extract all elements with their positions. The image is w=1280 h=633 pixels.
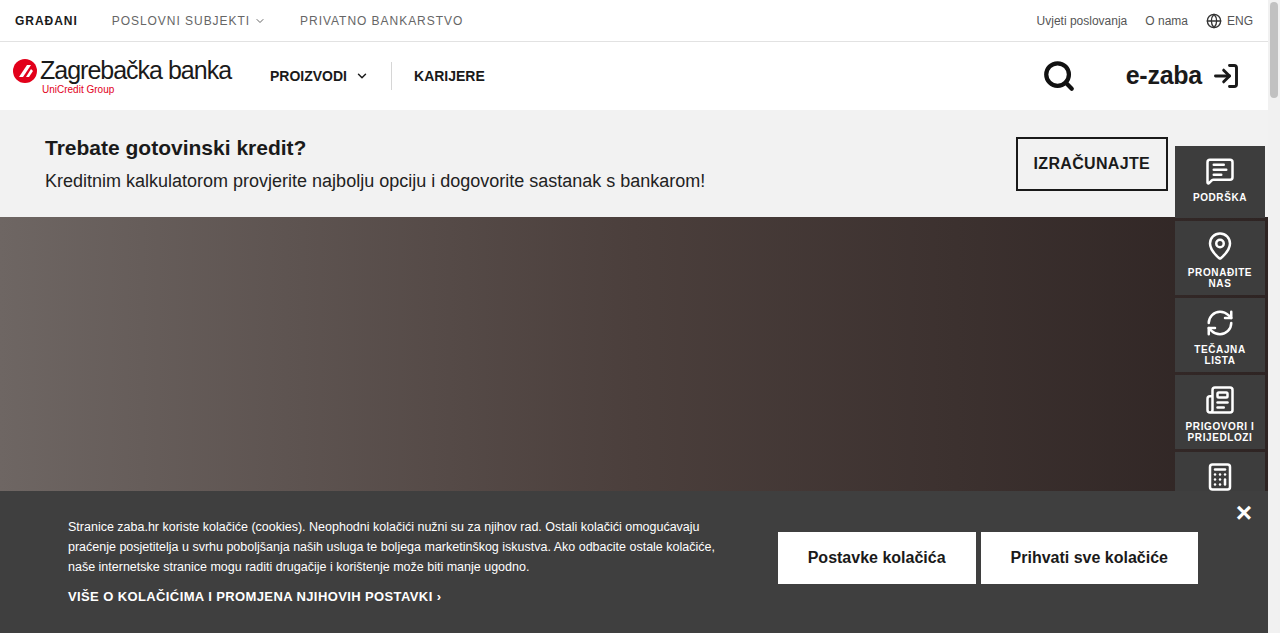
nav-divider (391, 62, 392, 90)
side-tool[interactable]: PODRŠKA (1175, 146, 1265, 218)
header-left: Zagrebačka banka UniCredit Group PROIZVODI… (12, 58, 485, 95)
nav-item[interactable]: PROIZVODI (270, 66, 369, 87)
side-tool[interactable]: TEČAJNA LISTA (1175, 298, 1265, 372)
side-tool[interactable]: PRONAĐITE NAS (1175, 221, 1265, 295)
side-tool[interactable]: PRIGOVORI I PRIJEDLOZI (1175, 375, 1265, 449)
map-pin-icon (1205, 231, 1235, 261)
chevron-down-icon (254, 15, 266, 27)
segment-tab[interactable]: GRAĐANI (15, 12, 78, 30)
top-link[interactable]: O nama (1145, 12, 1188, 30)
logo-group: UniCredit Group (42, 85, 231, 95)
segment-tab[interactable]: PRIVATNO BANKARSTVO (300, 12, 463, 30)
search-icon[interactable] (1042, 59, 1076, 93)
calculate-button[interactable]: IZRAČUNAJTE (1016, 137, 1168, 191)
header: Zagrebačka banka UniCredit Group PROIZVODI… (0, 42, 1268, 110)
unicredit-logo-icon (12, 58, 38, 84)
login-icon (1212, 62, 1240, 90)
segment-tab[interactable]: POSLOVNI SUBJEKTI (112, 12, 266, 30)
cookie-banner: Stranice zaba.hr koriste kolačiće (cooki… (0, 491, 1268, 633)
promo-subtitle: Kreditnim kalkulatorom provjerite najbol… (45, 168, 705, 195)
support-icon (1205, 156, 1235, 186)
cookie-settings-link[interactable]: VIŠE O KOLAČIĆIMA I PROMJENA NJIHOVIH PO… (68, 587, 733, 607)
scrollbar[interactable] (1268, 0, 1280, 633)
complaints-icon (1205, 385, 1235, 415)
promo-strip: Trebate gotovinski kredit? Kreditnim kalk… (0, 110, 1268, 217)
promo-title: Trebate gotovinski kredit? (45, 132, 705, 164)
cookie-button[interactable]: Postavke kolačića (778, 532, 976, 584)
top-links: Uvjeti poslovanja O nama ENG (1037, 12, 1253, 30)
side-tools: PODRŠKAPRONAĐITE NASTEČAJNA LISTAPRIGOVO… (1175, 146, 1265, 524)
cookie-text: Stranice zaba.hr koriste kolačiće (cooki… (68, 517, 733, 577)
language-switch[interactable]: ENG (1206, 12, 1253, 30)
cookie-button[interactable]: Prihvati sve kolačiće (981, 532, 1198, 584)
chevron-down-icon (355, 69, 369, 83)
segment-tabs: GRAĐANI POSLOVNI SUBJEKTI PRIVATNO BANKARS… (15, 12, 463, 30)
main-nav: PROIZVODI KARIJERE (270, 62, 485, 90)
scrollbar-thumb[interactable] (1270, 2, 1278, 98)
exchange-icon (1205, 308, 1235, 338)
cookie-buttons: Postavke kolačićaPrihvati sve kolačiće (778, 532, 1198, 584)
cookie-close-button[interactable]: × (1236, 499, 1252, 527)
nav-item[interactable]: KARIJERE (414, 66, 485, 87)
top-bar: GRAĐANI POSLOVNI SUBJEKTI PRIVATNO BANKARS… (0, 0, 1268, 42)
calculator-icon (1205, 462, 1235, 492)
e-zaba-login[interactable]: e-zaba (1126, 57, 1240, 95)
logo-name: Zagrebačka banka (40, 58, 231, 83)
globe-icon (1206, 13, 1222, 29)
logo[interactable]: Zagrebačka banka UniCredit Group (12, 58, 270, 95)
top-link[interactable]: Uvjeti poslovanja (1037, 12, 1128, 30)
main-content: GRAĐANI POSLOVNI SUBJEKTI PRIVATNO BANKARS… (0, 0, 1268, 633)
page: GRAĐANI POSLOVNI SUBJEKTI PRIVATNO BANKARS… (0, 0, 1280, 633)
header-right: e-zaba (1042, 57, 1240, 95)
